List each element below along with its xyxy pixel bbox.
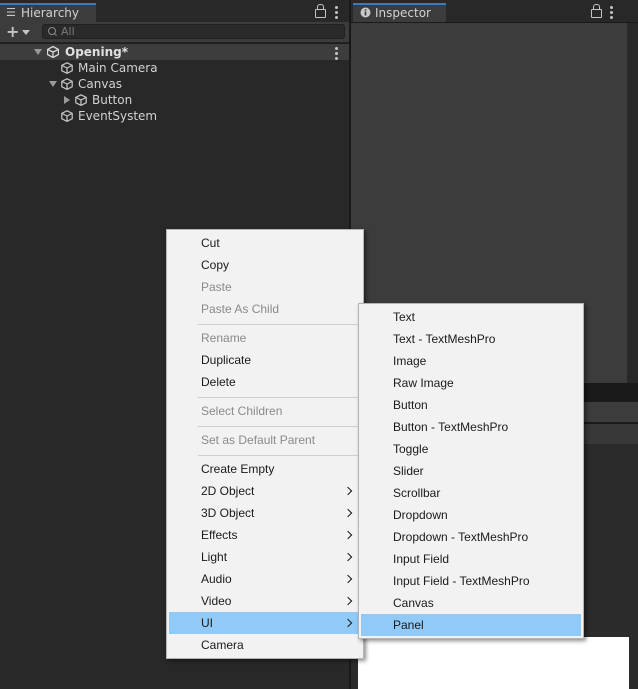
scene-name: Opening*	[65, 45, 128, 59]
tree-item-label: Button	[92, 93, 133, 107]
menu-item-light[interactable]: Light	[169, 546, 361, 568]
tree-item-label: Main Camera	[78, 61, 158, 75]
kebab-menu-icon[interactable]	[335, 6, 338, 21]
context-menu: Cut Copy Paste Paste As Child Rename Dup…	[166, 229, 364, 659]
fold-arrow-down-icon[interactable]	[34, 49, 42, 55]
submenu-item-raw-image[interactable]: Raw Image	[361, 372, 581, 394]
menu-item-camera[interactable]: Camera	[169, 634, 361, 656]
menu-item-label: Video	[201, 594, 232, 608]
chevron-right-icon	[343, 596, 353, 606]
submenu-item-text[interactable]: Text	[361, 306, 581, 328]
menu-item-3d-object[interactable]: 3D Object	[169, 502, 361, 524]
menu-item-ui[interactable]: UI	[169, 612, 361, 634]
submenu-item-input-field[interactable]: Input Field	[361, 548, 581, 570]
menu-item-rename[interactable]: Rename	[169, 327, 361, 349]
submenu-item-dropdown[interactable]: Dropdown	[361, 504, 581, 526]
hierarchy-gutter	[0, 60, 32, 689]
fold-arrow-down-icon[interactable]	[49, 81, 57, 87]
list-icon: ☰	[6, 6, 16, 19]
tree-item-label: Canvas	[78, 77, 123, 91]
hierarchy-tab-bar: ☰ Hierarchy	[0, 0, 349, 23]
scene-row[interactable]: Opening*	[0, 44, 349, 60]
lock-icon[interactable]	[591, 4, 602, 18]
tree-item-label: EventSystem	[78, 109, 158, 123]
menu-separator	[198, 324, 359, 325]
add-icon[interactable]: +	[6, 24, 19, 40]
tab-inspector-label: Inspector	[375, 6, 431, 20]
menu-item-delete[interactable]: Delete	[169, 371, 361, 393]
menu-item-duplicate[interactable]: Duplicate	[169, 349, 361, 371]
menu-item-create-empty[interactable]: Create Empty	[169, 458, 361, 480]
menu-item-paste-as-child[interactable]: Paste As Child	[169, 298, 361, 320]
submenu-item-image[interactable]: Image	[361, 350, 581, 372]
menu-item-cut[interactable]: Cut	[169, 232, 361, 254]
gameobject-cube-icon	[61, 62, 73, 74]
menu-item-label: 3D Object	[201, 506, 255, 520]
submenu-item-scrollbar[interactable]: Scrollbar	[361, 482, 581, 504]
search-input[interactable]	[61, 25, 331, 38]
submenu-item-button[interactable]: Button	[361, 394, 581, 416]
chevron-right-icon	[343, 530, 353, 540]
menu-item-select-children[interactable]: Select Children	[169, 400, 361, 422]
submenu-item-input-field-tmp[interactable]: Input Field - TextMeshPro	[361, 570, 581, 592]
inspector-tab-bar: Inspector	[351, 0, 638, 23]
tab-hierarchy[interactable]: ☰ Hierarchy	[0, 3, 96, 22]
chevron-right-icon	[343, 508, 353, 518]
submenu-item-panel[interactable]: Panel	[361, 614, 581, 636]
kebab-menu-icon[interactable]	[610, 6, 613, 21]
fold-arrow-right-icon[interactable]	[64, 96, 70, 104]
ui-submenu: Text Text - TextMeshPro Image Raw Image …	[358, 303, 584, 639]
menu-item-label: 2D Object	[201, 484, 255, 498]
tree-item-main-camera[interactable]: Main Camera	[0, 60, 349, 76]
menu-separator	[198, 426, 359, 427]
menu-item-2d-object[interactable]: 2D Object	[169, 480, 361, 502]
menu-item-label: UI	[201, 616, 213, 630]
submenu-item-canvas[interactable]: Canvas	[361, 592, 581, 614]
tree-item-canvas[interactable]: Canvas	[0, 76, 349, 92]
tab-inspector[interactable]: Inspector	[353, 3, 446, 22]
tree-item-button[interactable]: Button	[0, 92, 349, 108]
menu-separator	[198, 455, 359, 456]
info-icon	[360, 7, 371, 18]
inspector-side-strip	[627, 23, 638, 383]
hierarchy-toolbar: +	[0, 22, 349, 43]
menu-item-paste[interactable]: Paste	[169, 276, 361, 298]
menu-item-label: Audio	[201, 572, 232, 586]
chevron-right-icon	[343, 486, 353, 496]
search-icon	[48, 27, 56, 35]
chevron-right-icon	[343, 618, 353, 628]
submenu-item-button-tmp[interactable]: Button - TextMeshPro	[361, 416, 581, 438]
menu-item-copy[interactable]: Copy	[169, 254, 361, 276]
gameobject-cube-icon	[61, 110, 73, 122]
chevron-right-icon	[343, 574, 353, 584]
submenu-item-slider[interactable]: Slider	[361, 460, 581, 482]
tree-item-eventsystem[interactable]: EventSystem	[0, 108, 349, 124]
menu-item-audio[interactable]: Audio	[169, 568, 361, 590]
lock-icon[interactable]	[315, 4, 326, 18]
menu-item-video[interactable]: Video	[169, 590, 361, 612]
menu-item-label: Effects	[201, 528, 238, 542]
menu-item-set-default-parent[interactable]: Set as Default Parent	[169, 429, 361, 451]
submenu-item-text-tmp[interactable]: Text - TextMeshPro	[361, 328, 581, 350]
menu-separator	[198, 397, 359, 398]
hierarchy-search[interactable]	[42, 24, 345, 39]
blank-area	[358, 637, 629, 689]
gameobject-cube-icon	[61, 78, 73, 90]
gameobject-cube-icon	[75, 94, 87, 106]
menu-item-label: Light	[201, 550, 228, 564]
tab-hierarchy-label: Hierarchy	[21, 6, 80, 20]
submenu-item-toggle[interactable]: Toggle	[361, 438, 581, 460]
menu-item-effects[interactable]: Effects	[169, 524, 361, 546]
unity-scene-icon	[47, 46, 59, 58]
dropdown-caret-icon[interactable]	[22, 30, 30, 35]
submenu-item-dropdown-tmp[interactable]: Dropdown - TextMeshPro	[361, 526, 581, 548]
chevron-right-icon	[343, 552, 353, 562]
